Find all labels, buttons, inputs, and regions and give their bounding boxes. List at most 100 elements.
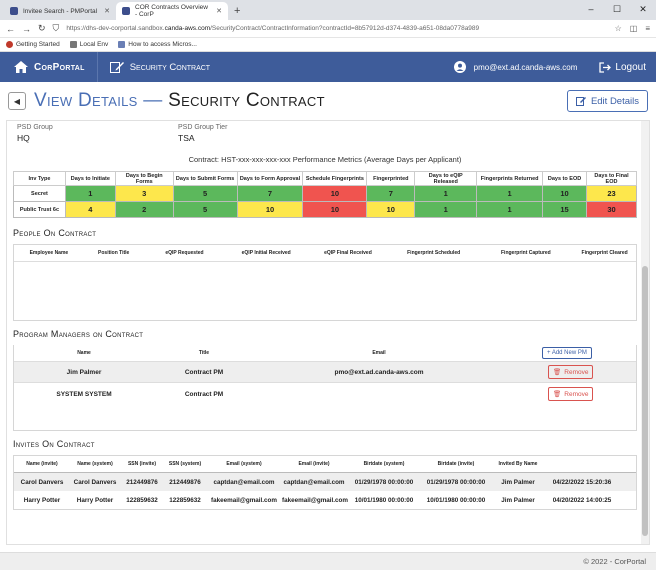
psd-group-value: HQ <box>17 133 30 143</box>
invite-cell: Jim Palmer <box>501 496 535 504</box>
invite-cell: 212449876 <box>169 478 201 486</box>
metrics-col-header: Days to Form Approval <box>236 171 304 186</box>
invites-section-title: Invites On Contract <box>13 439 95 449</box>
logout-label: Logout <box>615 61 646 73</box>
metrics-cell: 10 <box>542 185 587 202</box>
metrics-col-header: Fingerprinted <box>366 171 416 186</box>
app-navbar: CorPortal Security Contract pmo@ext.ad.c… <box>0 52 656 82</box>
psd-group-label: PSD Group <box>17 124 53 131</box>
metrics-cell: 1 <box>476 201 544 218</box>
invite-cell: 04/22/2022 15:20:36 <box>552 478 612 486</box>
bookmark-local-env[interactable]: Local Env <box>69 40 108 48</box>
pm-title: Contract PM <box>184 390 224 398</box>
invite-cell: 212449876 <box>126 478 158 486</box>
scrollbar-thumb[interactable] <box>642 266 648 536</box>
star-icon[interactable]: ☆ <box>615 24 622 33</box>
invite-cell: 10/01/1980 00:00:00 <box>354 496 414 504</box>
metrics-cell: 1 <box>414 201 478 218</box>
invites-col-header: SSN (system) <box>168 461 202 467</box>
bookmarks-bar: Getting Started Local Env How to access … <box>0 38 656 52</box>
invite-cell: 122859632 <box>126 496 158 504</box>
invite-cell: fakeemail@gmail.com <box>282 496 348 504</box>
shield-icon[interactable]: ⛉ <box>53 23 60 34</box>
brand-label: CorPortal <box>34 61 85 73</box>
invite-cell: Carol Danvers <box>73 478 117 486</box>
home-icon <box>14 61 28 73</box>
menu-icon[interactable]: ≡ <box>645 24 650 33</box>
people-col-header: eQIP Requested <box>165 250 204 256</box>
invite-cell: fakeemail@gmail.com <box>211 496 277 504</box>
invite-cell: 04/20/2022 14:00:25 <box>552 496 612 504</box>
metrics-row-label: Public Trust 6c <box>13 201 66 218</box>
metrics-cell: 2 <box>114 201 174 218</box>
metrics-col-header: Days to Submit Forms <box>172 171 238 186</box>
people-col-header: Fingerprint Scheduled <box>407 250 461 256</box>
metrics-col-header: Schedule Fingerprints <box>302 171 368 186</box>
minimize-icon[interactable]: – <box>578 0 604 20</box>
metrics-cell: 1 <box>64 185 116 202</box>
brand-link[interactable]: CorPortal <box>14 61 85 73</box>
metrics-cell: 10 <box>236 201 304 218</box>
nav-link-label: Security Contract <box>129 61 211 73</box>
metrics-cell: 23 <box>586 185 637 202</box>
pm-title: Contract PM <box>184 368 224 376</box>
close-icon[interactable]: ✕ <box>216 7 222 15</box>
edit-document-icon <box>109 62 124 73</box>
invite-cell: 10/01/1980 00:00:00 <box>426 496 486 504</box>
add-pm-button[interactable]: + Add New PM <box>542 347 592 359</box>
close-icon[interactable]: ✕ <box>104 7 110 15</box>
psd-info: PSD Group HQ PSD Group Tier TSA <box>13 121 637 149</box>
back-arrow-icon[interactable]: ← <box>6 24 15 34</box>
maximize-icon[interactable]: ☐ <box>604 0 630 20</box>
invite-row: Harry Potter Harry Potter 122859632 1228596… <box>14 491 636 509</box>
metrics-cell: 3 <box>114 185 174 202</box>
reload-icon[interactable]: ↻ <box>38 23 46 34</box>
page-content: ◀ View Details — Security Contract Edit … <box>0 82 656 552</box>
pm-section-title: Program Managers on Contract <box>13 329 144 339</box>
people-col-header: Fingerprint Captured <box>501 250 551 256</box>
invites-col-header: Name (invite) <box>26 461 58 467</box>
metrics-cell: 10 <box>366 201 416 218</box>
pm-row: SYSTEM SYSTEM Contract PM 🗑 Remove <box>14 383 636 405</box>
details-scroll-panel[interactable]: PSD Group HQ PSD Group Tier TSA Contract… <box>6 120 650 545</box>
new-tab-icon[interactable]: + <box>228 5 246 20</box>
nav-security-contract[interactable]: Security Contract <box>109 61 211 73</box>
browser-tab-invitee[interactable]: Invitee Search - PMPortal ✕ <box>4 2 116 20</box>
metrics-cell: 5 <box>172 201 238 218</box>
pm-name: SYSTEM SYSTEM <box>56 390 112 398</box>
url-field[interactable]: https://dhs-dev-corportal.sandbox.canda-… <box>66 25 607 32</box>
remove-pm-button[interactable]: 🗑 Remove <box>548 365 594 379</box>
forward-arrow-icon[interactable]: → <box>22 24 31 34</box>
invite-cell: captdan@email.com <box>283 478 345 486</box>
remove-pm-button[interactable]: 🗑 Remove <box>548 387 594 401</box>
metrics-cell: 10 <box>302 185 368 202</box>
bookmark-how-to[interactable]: How to access Micros... <box>118 40 197 48</box>
metrics-cell: 4 <box>64 201 116 218</box>
invite-cell: Harry Potter <box>76 496 114 504</box>
edit-details-button[interactable]: Edit Details <box>566 90 648 112</box>
logout-button[interactable]: Logout <box>599 62 646 73</box>
browser-tab-strip: Invitee Search - PMPortal ✕ COR Contract… <box>0 0 656 20</box>
metrics-cell: 30 <box>586 201 637 218</box>
metrics-row-label: Secret <box>13 185 66 202</box>
bookmark-getting-started[interactable]: Getting Started <box>6 40 60 48</box>
metrics-col-header: Days to EOD <box>542 171 587 186</box>
people-col-header: eQIP Initial Received <box>241 250 291 256</box>
pm-table: Name Title Email + Add New PM Jim Palmer… <box>13 345 637 431</box>
browser-tab-cor[interactable]: COR Contracts Overview - CorP ✕ <box>116 2 228 20</box>
pocket-icon[interactable]: ◫ <box>630 24 638 33</box>
trash-icon: 🗑 <box>553 391 562 398</box>
invite-cell: Harry Potter <box>23 496 61 504</box>
invites-col-header: Birtdate (system) <box>363 461 405 467</box>
invites-col-header: Birtdate (invite) <box>437 461 475 467</box>
back-button[interactable]: ◀ <box>8 92 26 110</box>
user-email[interactable]: pmo@ext.ad.canda-aws.com <box>474 63 578 72</box>
close-window-icon[interactable]: ✕ <box>630 0 656 20</box>
edit-icon <box>575 97 586 106</box>
trash-icon: 🗑 <box>553 369 562 376</box>
pm-row: Jim Palmer Contract PM pmo@ext.ad.canda-… <box>14 361 636 383</box>
metrics-col-header: Fingerprints Returned <box>476 171 544 186</box>
scrollbar[interactable] <box>641 121 649 544</box>
pm-col-email: Email <box>372 350 386 356</box>
invites-col-header: Email (system) <box>226 461 262 467</box>
